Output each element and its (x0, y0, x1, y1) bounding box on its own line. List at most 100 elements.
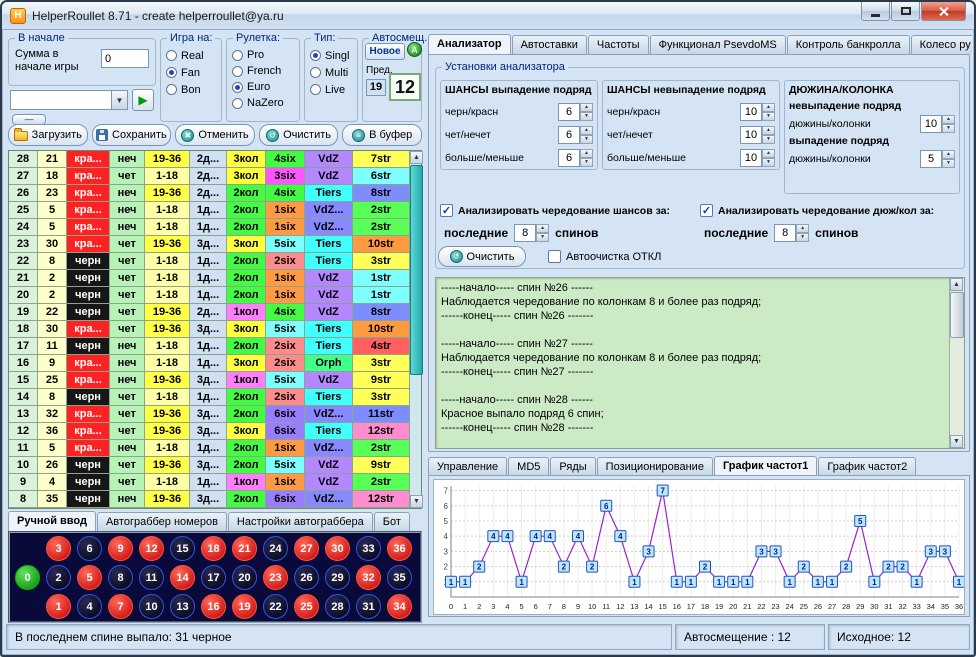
analyze-dozens-checkbox[interactable]: ✓ Анализировать чередование дюж/кол за: (700, 204, 934, 217)
board-number-11[interactable]: 11 (139, 565, 164, 590)
analyzer-tab-4[interactable]: Функционал PsevdoMS (650, 35, 786, 54)
input-tab-2[interactable]: Автограббер номеров (97, 512, 227, 531)
spin-up-icon[interactable]: ▲ (942, 150, 955, 159)
checkbox-icon[interactable]: ✓ (700, 204, 713, 217)
spin-up-icon[interactable]: ▲ (580, 103, 593, 112)
autoclean-checkbox[interactable]: Автоочистка ОТКЛ (548, 250, 661, 263)
spin-down-icon[interactable]: ▼ (796, 233, 809, 242)
spinner-value[interactable]: 8 (774, 224, 796, 242)
type-option-live[interactable]: Live (310, 81, 355, 98)
analyzer-tab-1[interactable]: Анализатор (428, 34, 511, 54)
spinner-value[interactable]: 10 (920, 115, 942, 133)
scroll-down-icon[interactable]: ▼ (950, 435, 963, 448)
type-option-multi[interactable]: Multi (310, 64, 355, 81)
table-row[interactable]: 228чернчет1-181д...2кол2sixTiers3str (9, 253, 409, 270)
minimize-button[interactable] (861, 2, 890, 21)
analyze-chances-checkbox[interactable]: ✓ Анализировать чередование шансов за: (440, 204, 670, 217)
board-number-13[interactable]: 13 (170, 594, 195, 619)
board-number-18[interactable]: 18 (201, 536, 226, 561)
board-number-22[interactable]: 22 (263, 594, 288, 619)
autoshift-toggle-button[interactable]: A (407, 42, 422, 57)
table-row[interactable]: 835черннеч19-363д...2кол6sixVdZ...12str (9, 491, 409, 508)
spinner-value[interactable]: 10 (740, 103, 762, 121)
board-number-23[interactable]: 23 (263, 565, 288, 590)
board-number-0[interactable]: 0 (15, 565, 40, 590)
spin-up-icon[interactable]: ▲ (580, 149, 593, 158)
checkbox-icon[interactable] (548, 250, 561, 263)
board-number-1[interactable]: 1 (46, 594, 71, 619)
board-number-35[interactable]: 35 (387, 565, 412, 590)
spin-down-icon[interactable]: ▼ (580, 135, 593, 144)
board-number-27[interactable]: 27 (294, 536, 319, 561)
save-button[interactable]: Сохранить (92, 124, 172, 146)
spin-down-icon[interactable]: ▼ (762, 112, 775, 121)
analyzer-tab-6[interactable]: Колесо ру (911, 35, 972, 54)
wheel-option-pro[interactable]: Pro (232, 47, 297, 63)
board-number-34[interactable]: 34 (387, 594, 412, 619)
new-button[interactable]: Новое (365, 43, 405, 60)
view-tab-3[interactable]: Ряды (550, 457, 595, 476)
table-row[interactable]: 1026чернчет19-363д...2кол5sixVdZ9str (9, 457, 409, 474)
table-row[interactable]: 1711черннеч1-181д...2кол2sixTiers4str (9, 338, 409, 355)
spinner-value[interactable]: 5 (920, 150, 942, 168)
input-tab-1[interactable]: Ручной ввод (8, 511, 96, 531)
table-row[interactable]: 202чернчет1-181д...2кол1sixVdZ1str (9, 287, 409, 304)
spin-up-icon[interactable]: ▲ (762, 103, 775, 112)
scrollbar-thumb[interactable] (410, 165, 423, 375)
analyzer-clear-button[interactable]: ↺ Очистить (438, 246, 526, 267)
analyzer-tab-5[interactable]: Контроль банкролла (787, 35, 910, 54)
wheel-option-euro[interactable]: Euro (232, 79, 297, 95)
spinner-value[interactable]: 8 (514, 224, 536, 242)
spinner-value[interactable]: 10 (740, 126, 762, 144)
scroll-up-icon[interactable]: ▲ (950, 278, 963, 291)
buffer-button[interactable]: ≡В буфер (342, 124, 422, 146)
spin-down-icon[interactable]: ▼ (580, 112, 593, 121)
spin-up-icon[interactable]: ▲ (762, 126, 775, 135)
log-scrollbar[interactable]: ▲ ▼ (949, 278, 964, 448)
analyzer-tab-3[interactable]: Частоты (588, 35, 649, 54)
board-number-28[interactable]: 28 (325, 594, 350, 619)
board-number-33[interactable]: 33 (356, 536, 381, 561)
spin-down-icon[interactable]: ▼ (942, 124, 955, 133)
spinner-value[interactable]: 6 (558, 103, 580, 121)
table-row[interactable]: 1922чернчет19-362д...1кол4sixVdZ8str (9, 304, 409, 321)
board-number-3[interactable]: 3 (46, 536, 71, 561)
history-scrollbar[interactable]: ▲ ▼ (409, 151, 421, 508)
board-number-16[interactable]: 16 (201, 594, 226, 619)
play-button[interactable]: ▶ (132, 89, 154, 111)
board-number-30[interactable]: 30 (325, 536, 350, 561)
table-row[interactable]: 1830кра...чет19-363д...3кол5sixTiers10st… (9, 321, 409, 338)
spin-down-icon[interactable]: ▼ (762, 158, 775, 167)
input-tab-3[interactable]: Настройки автограббера (228, 512, 373, 531)
spin-down-icon[interactable]: ▼ (942, 159, 955, 168)
table-row[interactable]: 212чернчет1-181д...2кол1sixVdZ1str (9, 270, 409, 287)
spin-up-icon[interactable]: ▲ (536, 224, 549, 233)
board-number-19[interactable]: 19 (232, 594, 257, 619)
type-option-singl[interactable]: Singl (310, 47, 355, 64)
table-row[interactable]: 1525кра...неч19-363д...1кол5sixVdZ9str (9, 372, 409, 389)
view-tab-2[interactable]: MD5 (508, 457, 549, 476)
table-row[interactable]: 245кра...неч1-181д...2кол1sixVdZ...2str (9, 219, 409, 236)
view-tab-6[interactable]: График частот2 (818, 457, 916, 476)
table-row[interactable]: 1236кра...чет19-363д...3кол6sixTiers12st… (9, 423, 409, 440)
board-number-25[interactable]: 25 (294, 594, 319, 619)
board-number-17[interactable]: 17 (201, 565, 226, 590)
table-row[interactable]: 255кра...неч1-181д...2кол1sixVdZ...2str (9, 202, 409, 219)
table-row[interactable]: 148чернчет1-181д...2кол2sixTiers3str (9, 389, 409, 406)
board-number-31[interactable]: 31 (356, 594, 381, 619)
wheel-option-french[interactable]: French (232, 63, 297, 79)
checkbox-icon[interactable]: ✓ (440, 204, 453, 217)
spin-down-icon[interactable]: ▼ (580, 158, 593, 167)
view-tab-5[interactable]: График частот1 (714, 456, 817, 476)
game-option-bon[interactable]: Bon (166, 81, 219, 98)
board-number-10[interactable]: 10 (139, 594, 164, 619)
start-sum-input[interactable] (101, 49, 149, 68)
board-number-4[interactable]: 4 (77, 594, 102, 619)
table-row[interactable]: 2623кра...неч19-362д...2кол4sixTiers8str (9, 185, 409, 202)
board-number-6[interactable]: 6 (77, 536, 102, 561)
spin-up-icon[interactable]: ▲ (580, 126, 593, 135)
spin-down-icon[interactable]: ▼ (536, 233, 549, 242)
scrollbar-thumb[interactable] (950, 292, 964, 338)
scroll-down-icon[interactable]: ▼ (410, 495, 423, 508)
table-row[interactable]: 2821кра...неч19-362д...3кол4sixVdZ7str (9, 151, 409, 168)
